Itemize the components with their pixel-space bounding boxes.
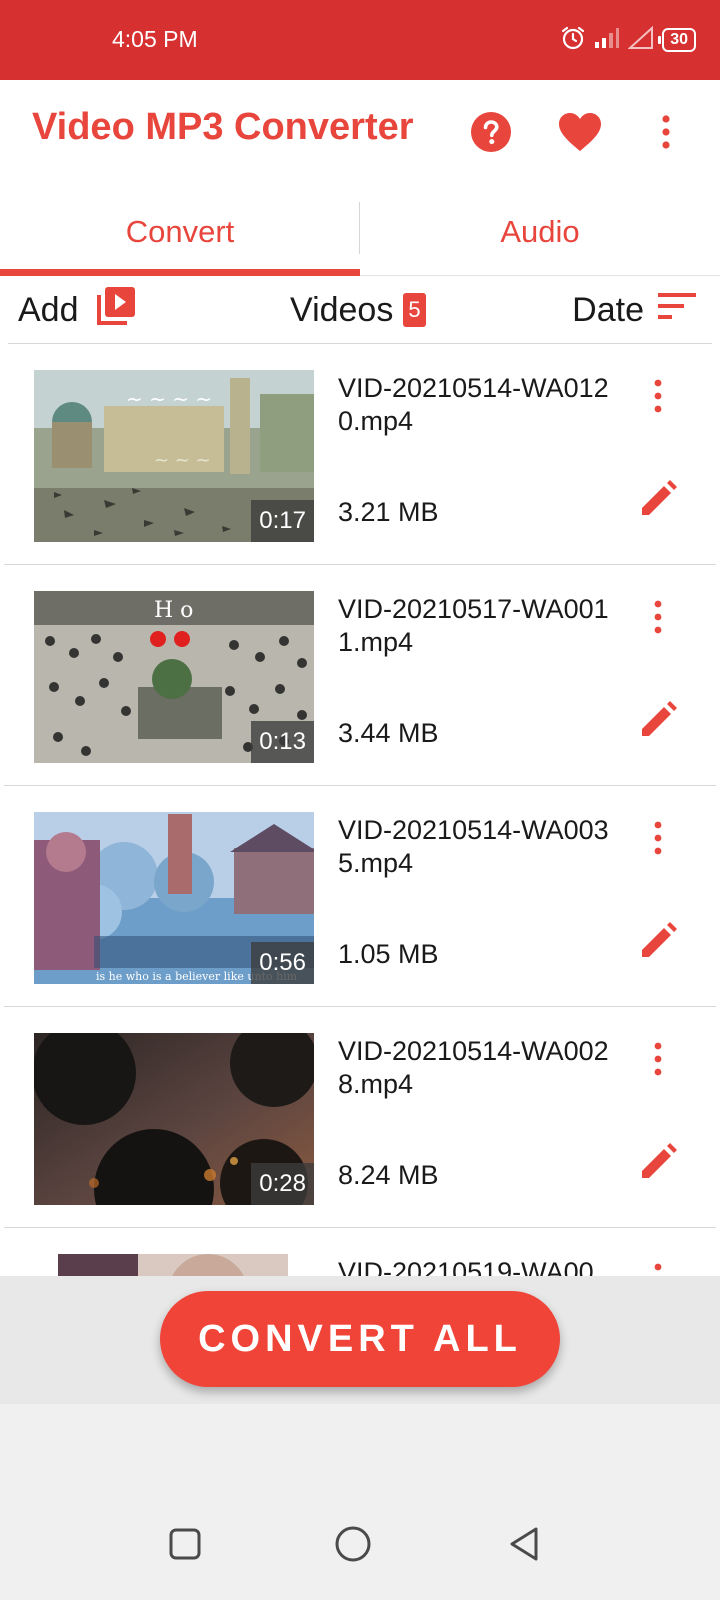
- more-vert-icon: [661, 114, 671, 154]
- videos-heading: Videos 5: [290, 286, 426, 334]
- back-button[interactable]: [500, 1522, 548, 1570]
- system-nav-bar: [0, 1404, 720, 1600]
- video-file-size: 8.24 MB: [338, 1160, 439, 1190]
- video-duration: 0:13: [251, 721, 314, 763]
- favorite-button[interactable]: [552, 106, 608, 162]
- alarm-icon: [560, 25, 586, 56]
- convert-all-button[interactable]: CONVERT ALL: [160, 1291, 560, 1387]
- status-bar: 4:05 PM 30: [0, 0, 720, 80]
- convert-bar: CONVERT ALL: [0, 1276, 720, 1404]
- help-icon: [470, 111, 512, 158]
- sort-icon: [658, 291, 696, 330]
- videos-count-badge: 5: [403, 293, 426, 327]
- video-list: ~ ~ ~ ~ ~ ~ ~ 0:17 VID-20210514-WA0120.m…: [0, 344, 720, 1276]
- list-item[interactable]: ~ ~ ~ ~ ~ ~ ~ 0:17 VID-20210514-WA0120.m…: [0, 344, 720, 565]
- app-title: Video MP3 Converter: [32, 106, 414, 148]
- tab-convert[interactable]: Convert: [0, 188, 360, 276]
- video-thumbnail[interactable]: 0:28: [34, 1033, 314, 1205]
- video-file-name: VID-20210519-WA00: [338, 1257, 594, 1276]
- pencil-icon: [638, 479, 678, 524]
- video-thumbnail[interactable]: ~ ~ ~ ~ ~ ~ ~ 0:17: [34, 370, 314, 542]
- app-bar: Video MP3 Converter: [0, 80, 720, 188]
- video-duration: 0:56: [251, 942, 314, 984]
- video-file-size: 1.05 MB: [338, 939, 439, 969]
- overflow-menu-button[interactable]: [638, 106, 694, 162]
- portrait-thumbnail-image: [58, 1254, 288, 1276]
- more-vert-icon: [653, 379, 663, 418]
- edit-button[interactable]: [636, 921, 680, 965]
- svg-text:~ ~ ~: ~ ~ ~: [154, 450, 211, 471]
- svg-text:~ ~ ~ ~: ~ ~ ~ ~: [126, 387, 212, 411]
- more-vert-icon: [653, 1042, 663, 1081]
- videos-label: Videos: [290, 290, 394, 329]
- video-file-name: VID-20210514-WA0028.mp4: [338, 1036, 609, 1099]
- tab-indicator: [0, 269, 360, 276]
- list-item[interactable]: H o 0:13 VID-20210517-WA0011.mp4 3.44 MB: [0, 565, 720, 786]
- add-video-label: Add: [18, 290, 79, 329]
- list-toolbar: Add Videos 5 Date: [0, 276, 720, 344]
- recent-apps-icon: [168, 1527, 202, 1566]
- video-library-icon: [95, 285, 137, 336]
- pencil-icon: [638, 1142, 678, 1187]
- status-time: 4:05 PM: [112, 26, 198, 52]
- pencil-icon: [638, 700, 678, 745]
- back-icon: [507, 1526, 541, 1567]
- list-item[interactable]: is he who is a believer like unto him 0:…: [0, 786, 720, 1007]
- edit-button[interactable]: [636, 700, 680, 744]
- more-vert-icon: [653, 1263, 663, 1277]
- video-file-size: 3.44 MB: [338, 718, 439, 748]
- video-file-name: VID-20210514-WA0120.mp4: [338, 373, 609, 436]
- svg-text:H o: H o: [154, 598, 193, 623]
- help-button[interactable]: [463, 106, 519, 162]
- home-icon: [334, 1525, 372, 1568]
- more-vert-icon: [653, 821, 663, 860]
- video-thumbnail[interactable]: H o 0:13: [34, 591, 314, 763]
- tab-bar: Convert Audio: [0, 188, 720, 276]
- more-vert-icon: [653, 600, 663, 639]
- video-duration: 0:28: [251, 1163, 314, 1205]
- video-thumbnail[interactable]: [58, 1254, 288, 1276]
- add-video-button[interactable]: Add: [18, 286, 137, 334]
- video-file-size: 3.21 MB: [338, 497, 439, 527]
- video-thumbnail[interactable]: is he who is a believer like unto him 0:…: [34, 812, 314, 984]
- item-menu-button[interactable]: [638, 597, 678, 641]
- list-item[interactable]: VID-20210519-WA00: [0, 1228, 720, 1276]
- edit-button[interactable]: [636, 479, 680, 523]
- list-item[interactable]: 0:28 VID-20210514-WA0028.mp4 8.24 MB: [0, 1007, 720, 1228]
- recent-apps-button[interactable]: [161, 1522, 209, 1570]
- sort-button[interactable]: Date: [572, 286, 696, 334]
- item-menu-button[interactable]: [638, 1039, 678, 1083]
- item-menu-button[interactable]: [638, 1260, 678, 1276]
- home-button[interactable]: [329, 1522, 377, 1570]
- signal-empty-icon: [627, 25, 654, 55]
- tab-audio[interactable]: Audio: [360, 188, 720, 276]
- status-icons: 30: [560, 24, 696, 56]
- video-file-name: VID-20210517-WA0011.mp4: [338, 594, 609, 657]
- signal-icon: [594, 26, 620, 55]
- item-menu-button[interactable]: [638, 376, 678, 420]
- video-file-name: VID-20210514-WA0035.mp4: [338, 815, 609, 878]
- sort-label: Date: [572, 290, 644, 329]
- pencil-icon: [638, 921, 678, 966]
- battery-icon: 30: [658, 28, 696, 52]
- heart-icon: [558, 112, 602, 157]
- item-menu-button[interactable]: [638, 818, 678, 862]
- edit-button[interactable]: [636, 1142, 680, 1186]
- video-duration: 0:17: [251, 500, 314, 542]
